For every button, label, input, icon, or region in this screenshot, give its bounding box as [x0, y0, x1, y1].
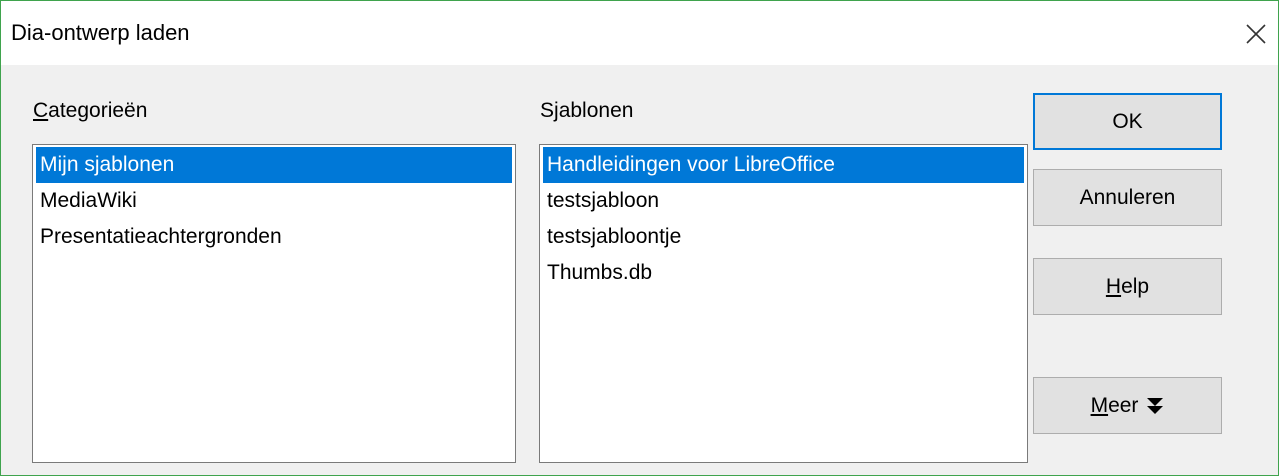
template-item-thumbs-db[interactable]: Thumbs.db — [543, 255, 1024, 291]
category-item-presentatieachtergronden[interactable]: Presentatieachtergronden — [36, 219, 512, 255]
more-button[interactable]: Meer — [1033, 377, 1222, 434]
close-icon — [1246, 24, 1266, 44]
category-item-mijn-sjablonen[interactable]: Mijn sjablonen — [36, 147, 512, 183]
title-bar: Dia-ontwerp laden — [1, 1, 1278, 65]
templates-listbox[interactable]: Handleidingen voor LibreOffice testsjabl… — [539, 144, 1028, 463]
double-chevron-down-icon — [1147, 397, 1164, 414]
template-item-testsjabloontje[interactable]: testsjabloontje — [543, 219, 1024, 255]
dialog-window: Dia-ontwerp laden Categorieën Mijn sjabl… — [0, 0, 1279, 476]
help-button[interactable]: Help — [1033, 258, 1222, 315]
template-item-handleidingen[interactable]: Handleidingen voor LibreOffice — [543, 147, 1024, 183]
dialog-title: Dia-ontwerp laden — [11, 20, 190, 45]
close-button[interactable] — [1234, 11, 1278, 57]
template-item-testsjabloon[interactable]: testsjabloon — [543, 183, 1024, 219]
cancel-button[interactable]: Annuleren — [1033, 169, 1222, 226]
categories-listbox[interactable]: Mijn sjablonen MediaWiki Presentatieacht… — [32, 144, 516, 463]
templates-label: Sjablonen — [540, 99, 634, 122]
ok-button[interactable]: OK — [1033, 93, 1222, 150]
categories-label: Categorieën — [33, 99, 148, 122]
category-item-mediawiki[interactable]: MediaWiki — [36, 183, 512, 219]
